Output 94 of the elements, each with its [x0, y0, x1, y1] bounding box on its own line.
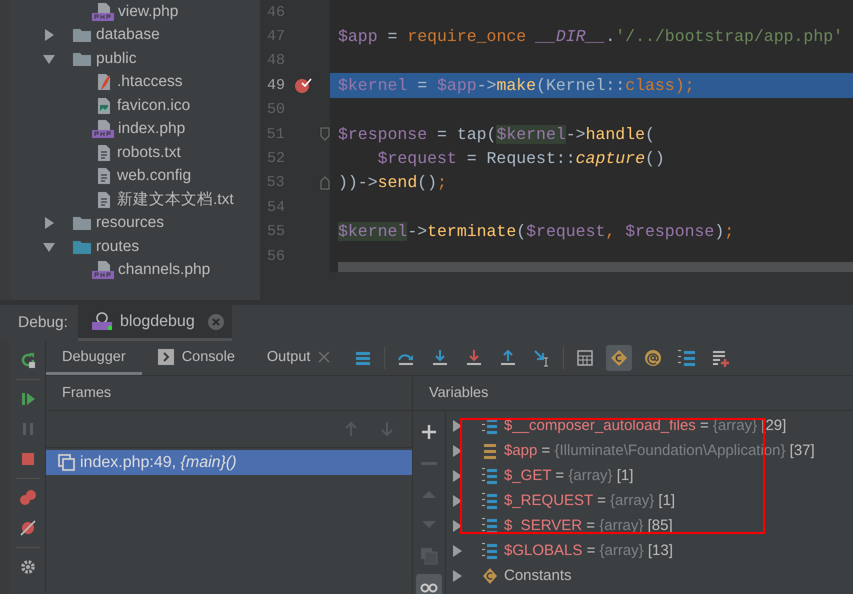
plus-icon [420, 423, 438, 441]
watches-toggle[interactable] [416, 574, 442, 594]
collapsed-arrow-icon[interactable] [42, 28, 56, 42]
array-icon [482, 492, 498, 510]
up-arrow-icon [499, 349, 518, 367]
frame-item[interactable]: index.php:49, {main}() [46, 450, 412, 475]
frame-icon [58, 454, 76, 472]
copy-icon [420, 547, 438, 565]
tree-item[interactable]: 新建文本文档.txt [10, 188, 260, 212]
at-sign-icon [644, 349, 662, 367]
horizontal-scrollbar[interactable] [338, 262, 853, 272]
code-line: $app = require_once __DIR__.'/../bootstrap/app.php' [338, 27, 844, 46]
fold-marker-icon[interactable] [320, 127, 330, 142]
constant-icon [610, 349, 628, 367]
debug-tab[interactable]: Output [250, 341, 346, 375]
tree-item[interactable]: routes [10, 235, 260, 258]
variable-item[interactable]: $GLOBALS = {array} [13] [446, 538, 853, 563]
collapsed-arrow-icon[interactable] [450, 568, 464, 582]
php-globe-icon [92, 312, 114, 332]
variable-item[interactable]: Constants [446, 563, 853, 588]
object-icon [482, 442, 498, 460]
file-name: index.php [118, 120, 186, 138]
feather-file-icon [95, 73, 113, 92]
tree-item[interactable]: channels.php [10, 258, 260, 282]
file-name: robots.txt [117, 144, 181, 162]
image-file-icon [95, 96, 113, 115]
line-number: 49 [266, 76, 285, 94]
code-line: $response = tap($kernel->handle( [338, 124, 655, 144]
folder-name: public [96, 50, 136, 68]
folder-icon [72, 215, 92, 232]
tree-item[interactable]: robots.txt [10, 141, 260, 164]
fold-marker-icon[interactable] [320, 176, 330, 190]
folder-name: routes [96, 238, 140, 256]
constant-icon [482, 566, 498, 584]
breakpoints-icon [18, 489, 36, 507]
settings-icon [18, 558, 36, 576]
array-icon [482, 516, 498, 534]
tree-item[interactable]: view.php [10, 0, 260, 24]
tree-item[interactable]: database [10, 24, 260, 47]
folder-icon [72, 50, 92, 67]
menu-lines-icon [354, 349, 372, 367]
debug-label: Debug: [18, 314, 68, 332]
code-line: $kernel->terminate($request, $response); [338, 222, 734, 242]
tree-item[interactable]: index.php [10, 118, 260, 141]
array-icon [482, 466, 498, 484]
tree-item[interactable]: web.config [10, 164, 260, 188]
folder-name: resources [96, 214, 164, 232]
variable-text: $_REQUEST = {array} [1] [504, 492, 676, 509]
text-file-icon [95, 190, 113, 209]
tree-item[interactable]: favicon.ico [10, 94, 260, 118]
code-line: $request = Request::capture() [376, 149, 665, 168]
variable-item[interactable]: $_GET = {array} [1] [446, 463, 853, 488]
numbered-list-icon [678, 349, 696, 367]
collapsed-arrow-icon[interactable] [450, 544, 464, 558]
code-line: ))->send(); [338, 173, 447, 192]
constants-toggle[interactable] [606, 345, 632, 371]
close-icon[interactable] [318, 350, 330, 362]
text-file-icon [95, 167, 113, 186]
close-icon[interactable] [206, 312, 225, 330]
array-icon [482, 542, 498, 560]
mute-breakpoints-icon [18, 519, 36, 537]
list-plus-icon [712, 349, 730, 367]
debug-tab[interactable]: Debugger [46, 341, 142, 375]
tree-item[interactable]: public [10, 47, 260, 70]
down-arrow-icon [431, 349, 450, 367]
constants-label: Constants [504, 567, 572, 584]
php-file-icon [92, 119, 114, 140]
breakpoint-icon[interactable] [294, 76, 312, 94]
tree-item[interactable]: .htaccess [10, 70, 260, 94]
console-icon [158, 348, 174, 364]
file-name: web.config [117, 167, 192, 186]
collapsed-arrow-icon[interactable] [42, 216, 56, 230]
variable-item[interactable]: $_REQUEST = {array} [1] [446, 488, 853, 513]
file-name: .htaccess [117, 73, 182, 92]
panel-title: Variables [429, 385, 488, 401]
debug-tab[interactable]: Console [142, 341, 251, 375]
panel-title: Frames [62, 385, 112, 401]
code-line: $kernel = $app->make(Kernel::class); [338, 76, 695, 95]
calculator-icon [576, 349, 594, 367]
session-tab[interactable]: blogdebug [78, 305, 232, 341]
down-arrow-icon [465, 349, 484, 367]
file-name: 新建文本文档.txt [117, 190, 234, 210]
file-name: channels.php [118, 261, 210, 280]
session-name: blogdebug [120, 312, 195, 330]
folder-icon [72, 238, 92, 255]
variable-text: $_GET = {array} [1] [504, 467, 634, 484]
text-file-icon [95, 144, 113, 162]
folder-icon [72, 27, 92, 44]
tree-item[interactable]: resources [10, 212, 260, 235]
php-file-icon [92, 260, 114, 280]
variable-text: $GLOBALS = {array} [13] [504, 542, 673, 559]
file-name: favicon.ico [117, 96, 190, 115]
folder-name: database [96, 26, 160, 44]
file-name: view.php [118, 2, 178, 21]
